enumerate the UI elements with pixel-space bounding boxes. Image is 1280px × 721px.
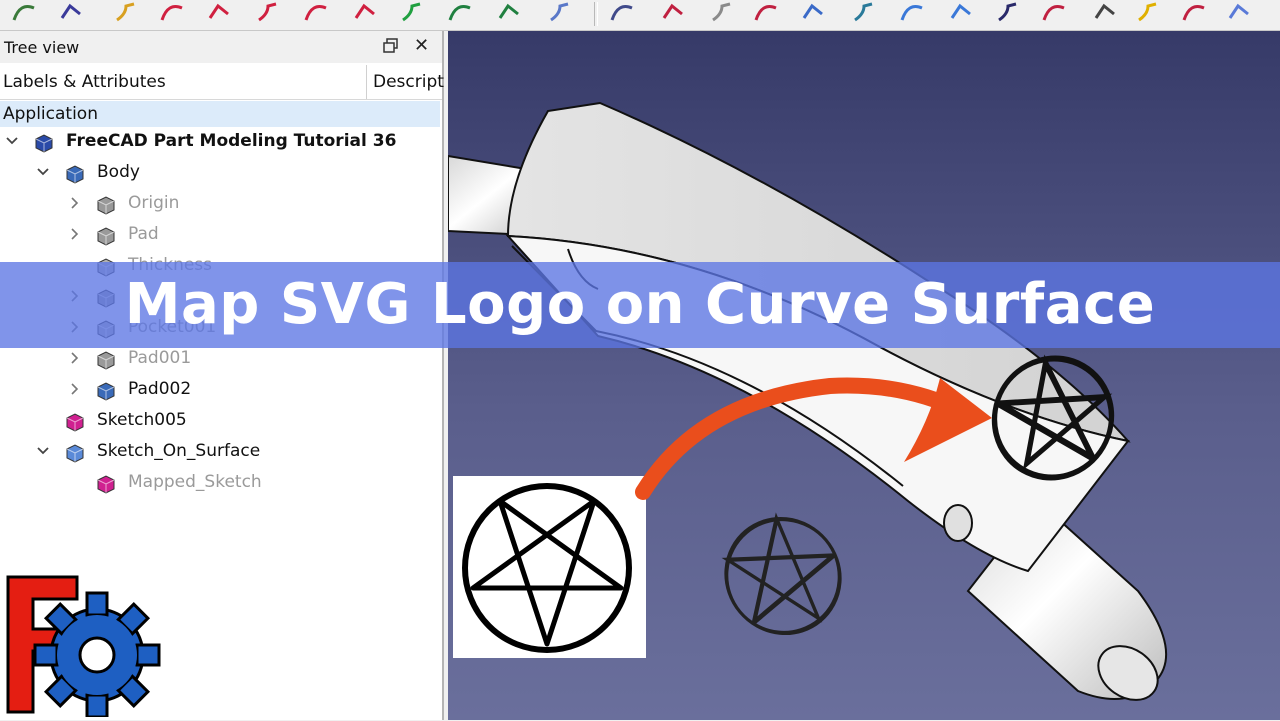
- title-banner: Map SVG Logo on Curve Surface: [0, 262, 1280, 348]
- tree-column-header: Labels & Attributes Descript: [0, 65, 444, 100]
- sweep-icon[interactable]: [708, 0, 736, 24]
- pad-icon: [95, 225, 117, 247]
- sketch-icon: [95, 473, 117, 495]
- column-labels-attributes[interactable]: Labels & Attributes: [3, 72, 166, 92]
- bspline-tool-icon[interactable]: [352, 0, 380, 24]
- body-icon: [64, 163, 86, 185]
- part-design-icon[interactable]: [1180, 0, 1208, 24]
- line-tool-icon[interactable]: [10, 0, 38, 24]
- toolbar: [0, 0, 1280, 31]
- tree-item-label: FreeCAD Part Modeling Tutorial 36: [66, 131, 397, 151]
- sketch-icon: [64, 411, 86, 433]
- tree-item-label: Sketch_On_Surface: [97, 441, 261, 461]
- tree-item-label: Sketch005: [97, 410, 187, 430]
- tree-item[interactable]: FreeCAD Part Modeling Tutorial 36: [0, 129, 440, 157]
- gordon-surface-icon[interactable]: [608, 0, 636, 24]
- tree-item-label: Mapped_Sketch: [128, 472, 262, 492]
- tree-item[interactable]: Pad: [0, 222, 440, 250]
- helix-icon[interactable]: [1092, 0, 1120, 24]
- surface-tool-icon[interactable]: [546, 0, 574, 24]
- filling-icon[interactable]: [994, 0, 1022, 24]
- pad-icon: [95, 349, 117, 371]
- bspline-tool-icon[interactable]: [206, 0, 234, 24]
- blend-surface-icon[interactable]: [660, 0, 688, 24]
- projected-pentagram: [721, 512, 842, 636]
- extrude-icon[interactable]: [800, 0, 828, 24]
- close-panel-icon[interactable]: ✕: [414, 35, 429, 56]
- banner-title: Map SVG Logo on Curve Surface: [124, 272, 1156, 337]
- chevron-right-icon[interactable]: [68, 350, 80, 366]
- curve-tool-icon[interactable]: [112, 0, 140, 24]
- tree-item-label: Pad: [128, 224, 159, 244]
- chevron-down-icon[interactable]: [37, 164, 49, 180]
- pentagram-logo-icon: [462, 483, 632, 653]
- tree-view-title-bar: Tree view ✕: [0, 31, 442, 63]
- fillet-icon[interactable]: [948, 0, 976, 24]
- tree-item[interactable]: Sketch_On_Surface: [0, 439, 440, 467]
- tree-item[interactable]: Sketch005: [0, 408, 440, 436]
- pipe-icon[interactable]: [898, 0, 926, 24]
- bspline-tool-icon[interactable]: [158, 0, 186, 24]
- tree-item-label: Pad001: [128, 348, 192, 368]
- bspline-tool-icon[interactable]: [398, 0, 426, 24]
- polyline-tool-icon[interactable]: [58, 0, 86, 24]
- document-icon: [33, 132, 55, 154]
- tree-item[interactable]: Pad002: [0, 377, 440, 405]
- toolbar-separator: [594, 2, 598, 26]
- tree-item-label: Pad002: [128, 379, 192, 399]
- bspline-tool-icon[interactable]: [302, 0, 330, 24]
- arc-tool-icon[interactable]: [446, 0, 474, 24]
- chevron-right-icon[interactable]: [68, 195, 80, 211]
- loft-icon[interactable]: [850, 0, 878, 24]
- float-panel-icon[interactable]: [382, 37, 400, 55]
- tree-view-title: Tree view: [4, 38, 80, 57]
- origin-icon: [95, 194, 117, 216]
- net-icon[interactable]: [1040, 0, 1068, 24]
- chevron-right-icon[interactable]: [68, 226, 80, 242]
- boolean-icon[interactable]: [752, 0, 780, 24]
- tree-item-label: Body: [97, 162, 140, 182]
- chevron-down-icon[interactable]: [37, 443, 49, 459]
- column-divider[interactable]: [366, 65, 367, 99]
- column-description[interactable]: Descript: [373, 72, 444, 92]
- tree-item[interactable]: Pad001: [0, 346, 440, 374]
- freecad-logo: [5, 567, 161, 719]
- sketch-on-surface-icon: [64, 442, 86, 464]
- chevron-down-icon[interactable]: [6, 133, 18, 149]
- tree-item[interactable]: Mapped_Sketch: [0, 470, 440, 498]
- tree-item[interactable]: Body: [0, 160, 440, 188]
- application-row[interactable]: Application: [0, 101, 440, 127]
- application-label: Application: [3, 104, 98, 124]
- pad-active-icon: [95, 380, 117, 402]
- conic-tool-icon[interactable]: [496, 0, 524, 24]
- tree-item-label: Origin: [128, 193, 180, 213]
- bspline-tool-icon[interactable]: [254, 0, 282, 24]
- chevron-right-icon[interactable]: [68, 381, 80, 397]
- sphere-icon[interactable]: [1134, 0, 1162, 24]
- tree-item[interactable]: Origin: [0, 191, 440, 219]
- svg-logo-card: [453, 476, 646, 658]
- workbench-icon[interactable]: [1226, 0, 1254, 24]
- freecad-logo-icon: [6, 575, 161, 719]
